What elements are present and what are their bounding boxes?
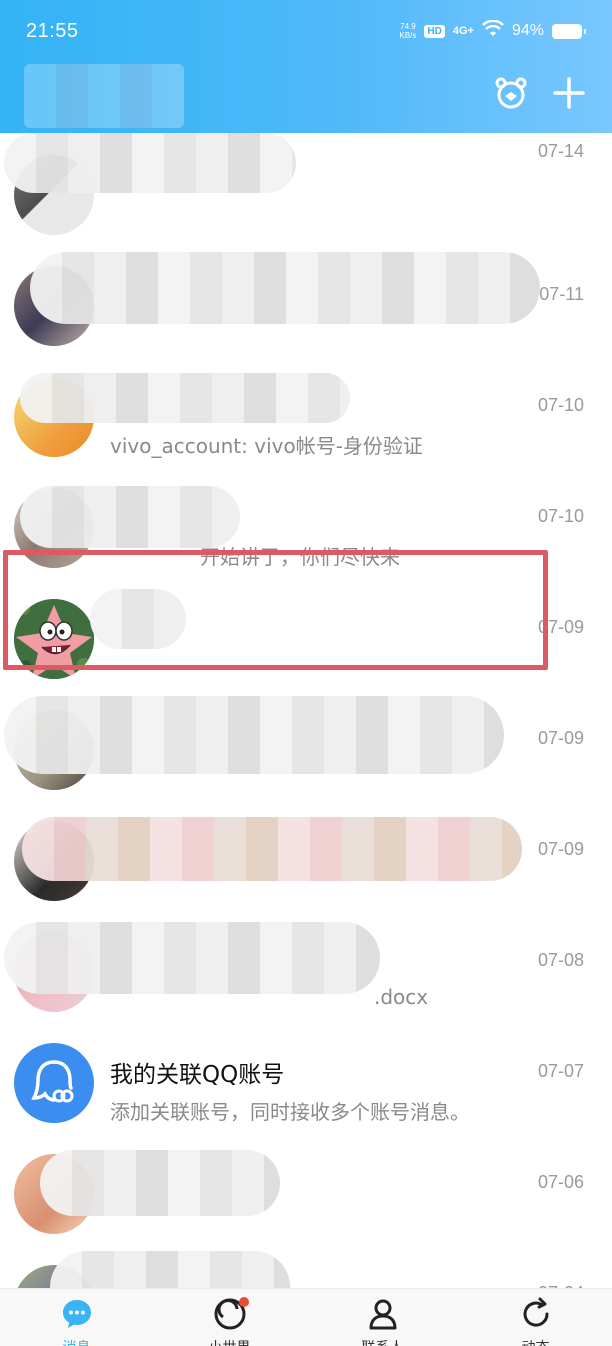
chat-date: 07-09 — [537, 728, 584, 748]
network-type: 4G+ — [452, 25, 474, 37]
cartoon-star-avatar-icon — [14, 599, 94, 679]
redacted-name — [4, 696, 504, 774]
network-speed: 74.9 KB/s — [399, 22, 417, 40]
tab-activity[interactable]: 动态 — [459, 1289, 612, 1346]
tab-contacts[interactable]: 联系人 — [306, 1289, 459, 1346]
avatar — [14, 599, 94, 679]
message-icon — [60, 1297, 94, 1335]
chat-item[interactable]: .docx 07-08 — [0, 910, 612, 1021]
chat-date: 07-10 — [537, 395, 584, 415]
notification-dot — [239, 1297, 249, 1307]
status-indicators: 74.9 KB/s HD 4G+ 94% — [399, 19, 586, 42]
status-time: 21:55 — [26, 20, 79, 42]
chat-message: .docx — [374, 985, 429, 1009]
tab-world[interactable]: 小世界 — [153, 1289, 306, 1346]
tab-messages[interactable]: 消息 — [0, 1289, 153, 1346]
chat-message: 添加关联账号，同时接收多个账号消息。 — [110, 1100, 470, 1124]
chat-item[interactable]: 07-04 — [0, 1243, 612, 1288]
chat-date: 07-14 — [537, 141, 584, 161]
chat-item[interactable]: 07-09 — [0, 577, 612, 688]
redacted-name — [20, 486, 240, 548]
contacts-icon — [366, 1297, 400, 1335]
chat-message: vivo_account: vivo帐号-身份验证 — [110, 434, 423, 458]
chat-item[interactable]: 07-14 — [0, 133, 612, 244]
chat-date: 07-08 — [537, 950, 584, 970]
chat-date: 07-09 — [537, 839, 584, 859]
app-header: 21:55 74.9 KB/s HD 4G+ 94% — [0, 0, 612, 133]
chat-item[interactable]: 07-09 — [0, 799, 612, 910]
header-actions — [492, 74, 588, 112]
chat-item[interactable]: 07-09 — [0, 688, 612, 799]
chat-item[interactable]: 07-06 — [0, 1132, 612, 1243]
tab-label: 联系人 — [362, 1337, 404, 1346]
contact-mascot-icon[interactable] — [492, 74, 530, 112]
bottom-tab-bar: 消息 小世界 联系人 动态 — [0, 1288, 612, 1346]
chat-item[interactable]: 开始讲了，你们尽快来 07-10 — [0, 466, 612, 577]
redacted-name — [50, 1251, 290, 1288]
chat-message: 开始讲了，你们尽快来 — [200, 545, 400, 569]
redacted-name — [22, 817, 522, 881]
status-bar: 21:55 74.9 KB/s HD 4G+ 94% — [0, 0, 612, 68]
redacted-name — [4, 133, 296, 193]
redacted-name — [4, 922, 380, 994]
redacted-name — [90, 589, 186, 649]
tab-label: 动态 — [522, 1337, 550, 1346]
chat-item[interactable]: 07-11 — [0, 244, 612, 355]
activity-icon — [519, 1297, 553, 1335]
chat-item-linked-account[interactable]: 我的关联QQ账号 添加关联账号，同时接收多个账号消息。 07-07 — [0, 1021, 612, 1132]
chat-date: 07-10 — [537, 506, 584, 526]
chat-date: 07-09 — [537, 617, 584, 637]
chat-date: 07-07 — [537, 1061, 584, 1081]
avatar — [14, 1043, 94, 1123]
linked-account-icon — [31, 1060, 74, 1103]
tab-label: 消息 — [63, 1337, 91, 1346]
plus-icon[interactable] — [550, 74, 588, 112]
chat-name: 我的关联QQ账号 — [110, 1062, 285, 1088]
chat-list[interactable]: 07-14 07-11 vivo_account: vivo帐号-身份验证 07… — [0, 133, 612, 1288]
battery-icon — [552, 23, 586, 39]
redacted-name — [40, 1150, 280, 1216]
chat-item[interactable]: vivo_account: vivo帐号-身份验证 07-10 — [0, 355, 612, 466]
hd-badge: HD — [424, 24, 445, 38]
redacted-name — [30, 252, 540, 324]
chat-date: 07-06 — [537, 1172, 584, 1192]
profile-avatar-blurred[interactable] — [24, 64, 184, 128]
wifi-icon — [482, 19, 504, 42]
battery-percent: 94% — [511, 22, 544, 39]
chat-date: 07-11 — [539, 284, 584, 304]
tab-label: 小世界 — [209, 1337, 251, 1346]
redacted-name — [20, 373, 350, 423]
